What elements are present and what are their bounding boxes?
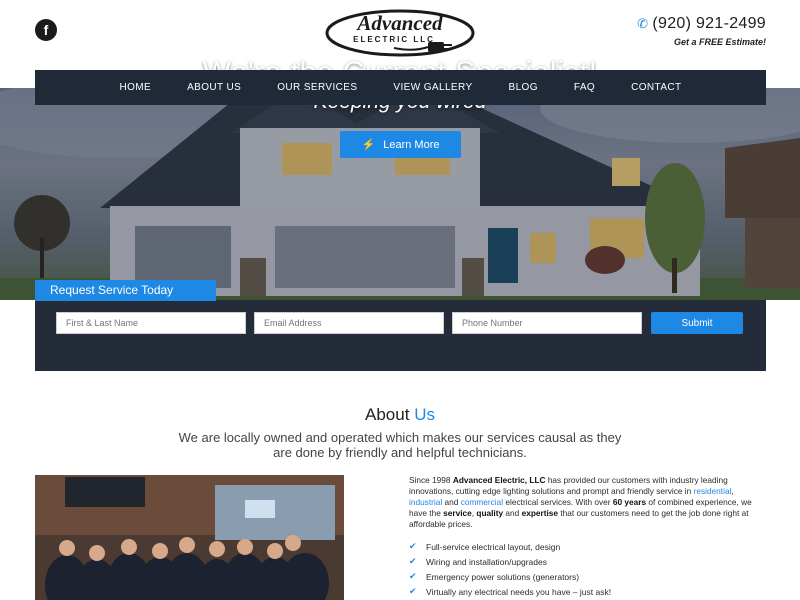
checkmark-icon: ✔ — [409, 586, 417, 596]
logo-wordmark: Advanced — [355, 11, 443, 35]
request-service-tab: Request Service Today — [35, 280, 216, 301]
phone-line[interactable]: ✆ (920) 921-2499 — [637, 15, 766, 33]
years-experience: 60 years — [612, 497, 647, 507]
phone-icon: ✆ — [637, 16, 649, 31]
about-subtitle: We are locally owned and operated which … — [178, 430, 622, 460]
checkmark-icon: ✔ — [409, 556, 417, 566]
nav-contact[interactable]: CONTACT — [631, 82, 681, 93]
checkmark-icon: ✔ — [409, 541, 417, 551]
about-heading-accent: Us — [414, 405, 435, 424]
expertise-highlight: expertise — [521, 508, 559, 518]
about-text-part: and — [503, 508, 522, 518]
company-name: Advanced Electric, LLC — [452, 475, 546, 485]
industrial-link[interactable]: industrial — [409, 497, 442, 507]
learn-more-label: Learn More — [383, 138, 440, 151]
about-paragraph: Since 1998 Advanced Electric, LLC has pr… — [409, 475, 766, 530]
learn-more-button[interactable]: ⚡ Learn More — [340, 131, 461, 158]
service-highlight: service — [443, 508, 472, 518]
about-heading-prefix: About — [365, 405, 410, 424]
services-checklist: ✔ Full-service electrical layout, design … — [409, 539, 766, 599]
about-text-part: electrical services. With over — [503, 497, 613, 507]
phone-input[interactable] — [452, 312, 642, 334]
about-text-part: Since 1998 — [409, 475, 453, 485]
commercial-link[interactable]: commercial — [461, 497, 503, 507]
lightning-bolt-icon: ⚡ — [361, 139, 376, 151]
checkmark-icon: ✔ — [409, 571, 417, 581]
nav-blog[interactable]: BLOG — [509, 82, 538, 93]
main-nav: HOME ABOUT US OUR SERVICES VIEW GALLERY … — [35, 70, 766, 105]
team-photo — [35, 475, 344, 600]
submit-button[interactable]: Submit — [651, 312, 743, 334]
list-item: ✔ Full-service electrical layout, design — [409, 539, 766, 554]
email-input[interactable] — [254, 312, 444, 334]
contact-block: ✆ (920) 921-2499 Get a FREE Estimate! — [637, 15, 766, 47]
name-input[interactable] — [56, 312, 246, 334]
nav-faq[interactable]: FAQ — [574, 82, 595, 93]
residential-link[interactable]: residential — [694, 486, 732, 496]
facebook-icon[interactable]: f — [35, 19, 57, 41]
list-item: ✔ Emergency power solutions (generators) — [409, 569, 766, 584]
phone-number[interactable]: (920) 921-2499 — [652, 15, 766, 32]
hero-overlay — [0, 88, 800, 300]
request-service-form: Submit — [35, 300, 766, 371]
list-item-label: Wiring and installation/upgrades — [426, 556, 547, 567]
list-item: ✔ Virtually any electrical needs you have… — [409, 584, 766, 599]
about-heading: About Us — [0, 405, 800, 425]
list-item: ✔ Wiring and installation/upgrades — [409, 554, 766, 569]
free-estimate-text: Get a FREE Estimate! — [673, 37, 766, 47]
list-item-label: Emergency power solutions (generators) — [426, 571, 580, 582]
nav-home[interactable]: HOME — [119, 82, 151, 93]
nav-about-us[interactable]: ABOUT US — [187, 82, 241, 93]
logo-subtext: ELECTRIC LLC — [353, 35, 435, 44]
about-text-part: , — [731, 486, 734, 496]
about-text-part: and — [442, 497, 461, 507]
nav-our-services[interactable]: OUR SERVICES — [277, 82, 357, 93]
company-logo[interactable]: Advanced ELECTRIC LLC — [324, 8, 476, 58]
hero-banner — [0, 88, 800, 300]
list-item-label: Full-service electrical layout, design — [426, 541, 561, 552]
nav-view-gallery[interactable]: VIEW GALLERY — [393, 82, 472, 93]
quality-highlight: quality — [476, 508, 504, 518]
list-item-label: Virtually any electrical needs you have … — [426, 586, 612, 597]
